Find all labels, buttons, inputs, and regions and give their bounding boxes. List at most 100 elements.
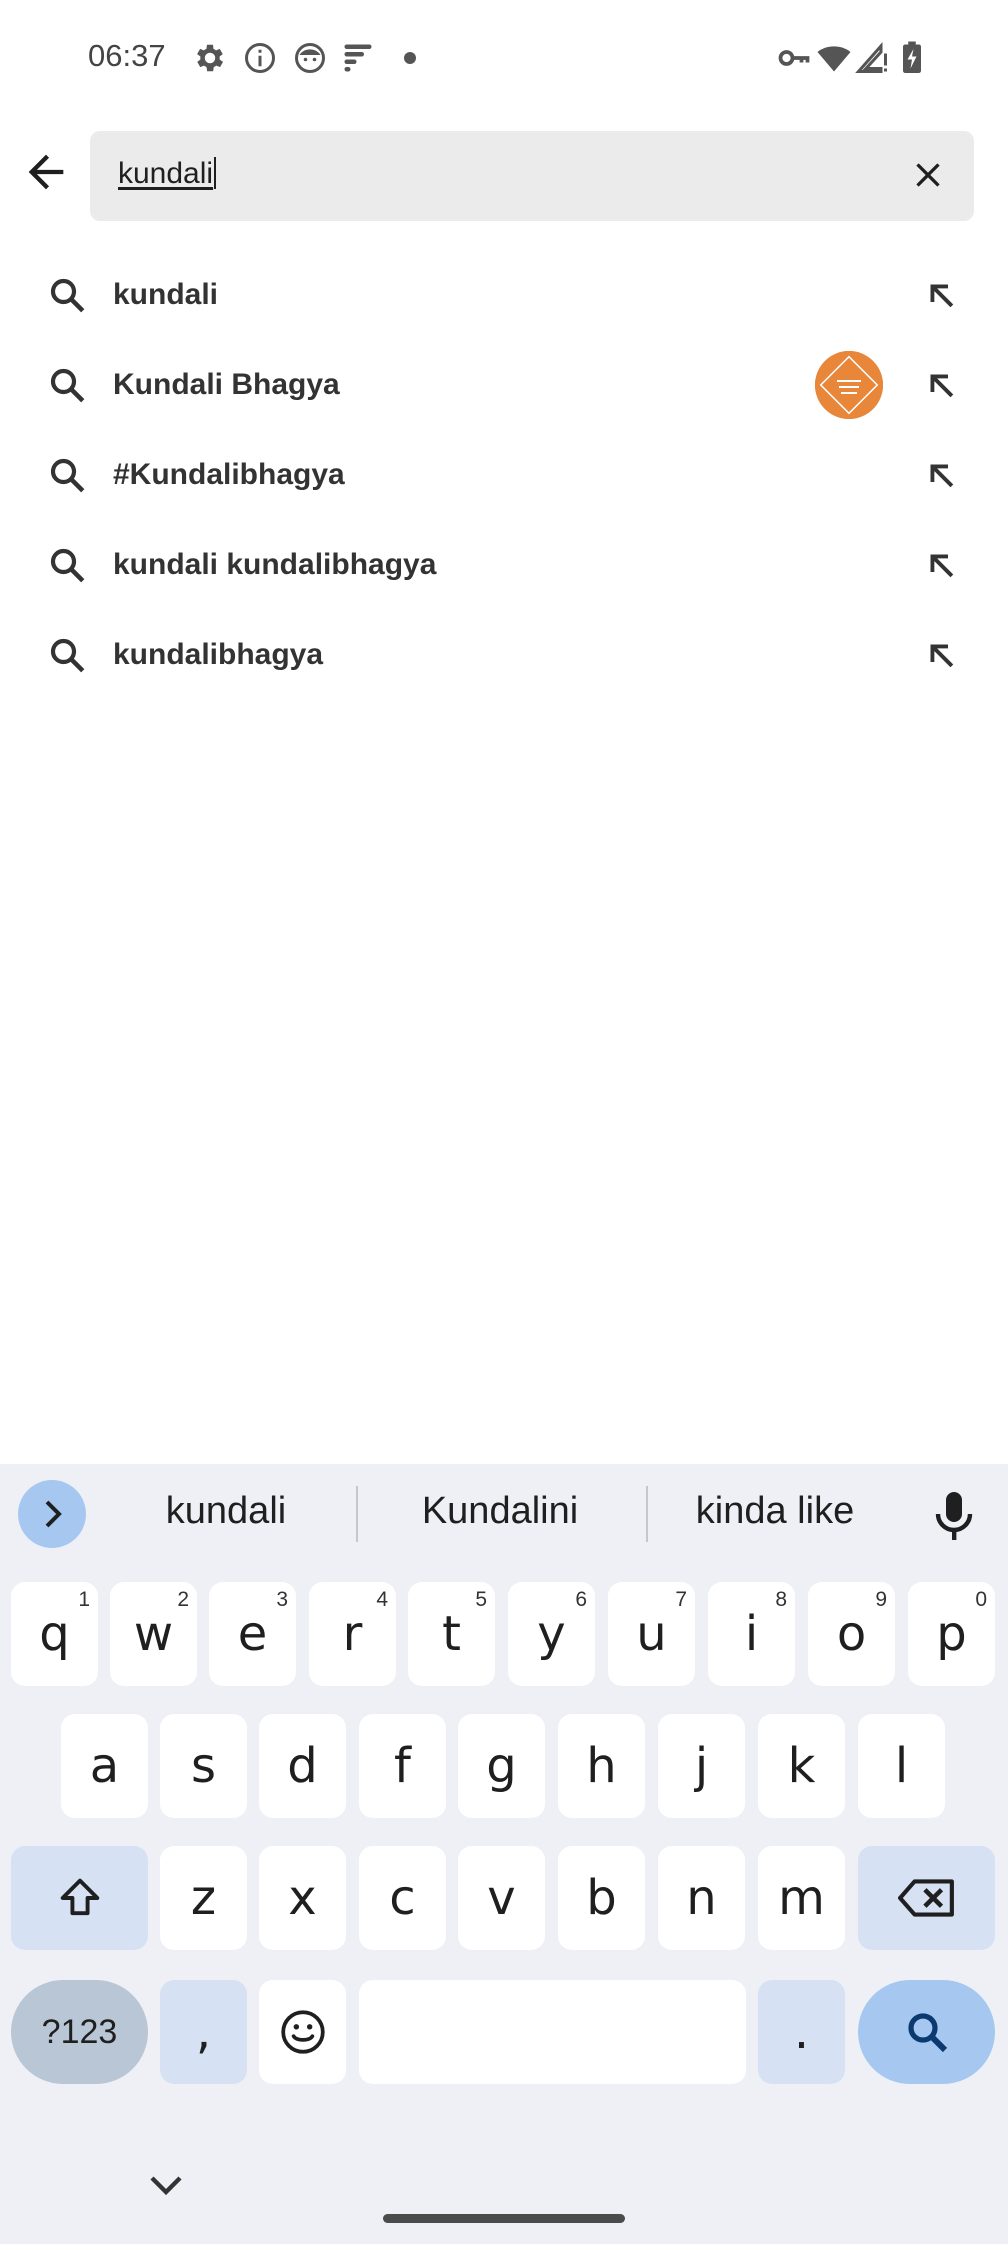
key-e[interactable]: e3 [209, 1582, 296, 1686]
suggestion-label: #Kundalibhagya [113, 458, 345, 491]
suggestion-item[interactable]: Kundali Bhagya [0, 340, 1008, 430]
suggestion-label: kundalibhagya [113, 638, 324, 671]
comma-key[interactable]: , [160, 1980, 247, 2084]
keyboard-suggestion[interactable]: kinda like [670, 1490, 880, 1533]
key-letter: o [836, 1606, 867, 1662]
search-icon [46, 544, 88, 586]
key-t[interactable]: t5 [408, 1582, 495, 1686]
hide-keyboard-button[interactable] [146, 2172, 186, 2200]
fill-query-icon[interactable] [920, 634, 962, 676]
key-number-hint: 4 [376, 1588, 388, 1611]
suggestion-item[interactable]: #Kundalibhagya [0, 430, 1008, 520]
key-letter: q [39, 1606, 70, 1662]
microphone-icon[interactable] [932, 1490, 976, 1542]
key-y[interactable]: y6 [508, 1582, 595, 1686]
key-x[interactable]: x [259, 1846, 346, 1950]
channel-avatar [815, 351, 883, 419]
expand-toolbar-button[interactable] [18, 1480, 86, 1548]
key-h[interactable]: h [558, 1714, 645, 1818]
shift-icon [60, 1878, 99, 1916]
status-time: 06:37 [88, 38, 166, 73]
search-input[interactable]: kundali [118, 157, 217, 191]
key-letter: y [537, 1606, 566, 1662]
key-j[interactable]: j [658, 1714, 745, 1818]
suggestion-label: kundali [113, 278, 219, 311]
key-letter: t [442, 1606, 461, 1662]
key-letter: w [133, 1606, 174, 1662]
search-icon [46, 364, 88, 406]
key-m[interactable]: m [758, 1846, 845, 1950]
fill-query-icon[interactable] [920, 364, 962, 406]
fill-query-icon[interactable] [920, 544, 962, 586]
keyboard-suggestion-strip: kundali Kundalini kinda like [0, 1464, 1008, 1564]
key-d[interactable]: d [259, 1714, 346, 1818]
key-c[interactable]: c [359, 1846, 446, 1950]
status-bar: 06:37 [0, 0, 1008, 116]
key-q[interactable]: q1 [11, 1582, 98, 1686]
key-letter: p [936, 1606, 967, 1662]
symbols-key[interactable]: ?123 [11, 1980, 148, 2084]
key-l[interactable]: l [858, 1714, 945, 1818]
period-key[interactable]: . [758, 1980, 845, 2084]
key-b[interactable]: b [558, 1846, 645, 1950]
clear-button[interactable] [908, 155, 948, 195]
shift-key[interactable] [11, 1846, 148, 1950]
suggestion-divider [646, 1486, 648, 1542]
space-key[interactable] [359, 1980, 746, 2084]
search-field[interactable]: kundali [90, 131, 974, 221]
key-number-hint: 6 [575, 1588, 587, 1611]
key-u[interactable]: u7 [608, 1582, 695, 1686]
key-letter: e [237, 1606, 268, 1662]
keyboard-suggestion[interactable]: kundali [126, 1490, 326, 1533]
suggestion-item[interactable]: kundali kundalibhagya [0, 520, 1008, 610]
suggestion-item[interactable]: kundali [0, 250, 1008, 340]
key-v[interactable]: v [458, 1846, 545, 1950]
key-r[interactable]: r4 [309, 1582, 396, 1686]
search-icon [907, 2013, 947, 2053]
search-icon [46, 274, 88, 316]
key-p[interactable]: p0 [908, 1582, 995, 1686]
key-number-hint: 2 [177, 1588, 189, 1611]
keyboard-suggestion[interactable]: Kundalini [390, 1490, 610, 1533]
settings-icon [192, 40, 228, 76]
chevron-right-icon [45, 1500, 62, 1528]
gesture-navigation-bar[interactable] [383, 2214, 625, 2223]
key-s[interactable]: s [160, 1714, 247, 1818]
notification-dot-icon [400, 40, 420, 76]
suggestion-divider [356, 1486, 358, 1542]
key-k[interactable]: k [758, 1714, 845, 1818]
key-number-hint: 8 [775, 1588, 787, 1611]
key-o[interactable]: o9 [808, 1582, 895, 1686]
key-f[interactable]: f [359, 1714, 446, 1818]
key-number-hint: 1 [78, 1588, 90, 1611]
fill-query-icon[interactable] [920, 454, 962, 496]
key-letter: i [744, 1606, 759, 1662]
emoji-icon [280, 2010, 325, 2054]
emoji-key[interactable] [259, 1980, 346, 2084]
key-number-hint: 5 [475, 1588, 487, 1611]
key-g[interactable]: g [458, 1714, 545, 1818]
key-a[interactable]: a [61, 1714, 148, 1818]
wifi-icon [816, 40, 852, 76]
face-icon [292, 40, 328, 76]
close-icon [916, 163, 940, 187]
search-query-text: kundali [118, 157, 214, 190]
arrow-back-icon [28, 154, 64, 190]
search-icon [46, 454, 88, 496]
key-z[interactable]: z [160, 1846, 247, 1950]
backspace-key[interactable] [858, 1846, 995, 1950]
back-button[interactable] [20, 146, 72, 198]
suggestion-label: kundali kundalibhagya [113, 548, 437, 581]
key-number-hint: 3 [276, 1588, 288, 1611]
key-w[interactable]: w2 [110, 1582, 197, 1686]
battery-charging-icon [894, 40, 930, 76]
suggestion-item[interactable]: kundalibhagya [0, 610, 1008, 700]
vpn-key-icon [776, 40, 812, 76]
fill-query-icon[interactable] [920, 274, 962, 316]
key-number-hint: 0 [975, 1588, 987, 1611]
key-n[interactable]: n [658, 1846, 745, 1950]
search-action-key[interactable] [858, 1980, 995, 2084]
text-cursor [214, 157, 217, 189]
key-i[interactable]: i8 [708, 1582, 795, 1686]
cell-signal-icon [854, 40, 890, 76]
